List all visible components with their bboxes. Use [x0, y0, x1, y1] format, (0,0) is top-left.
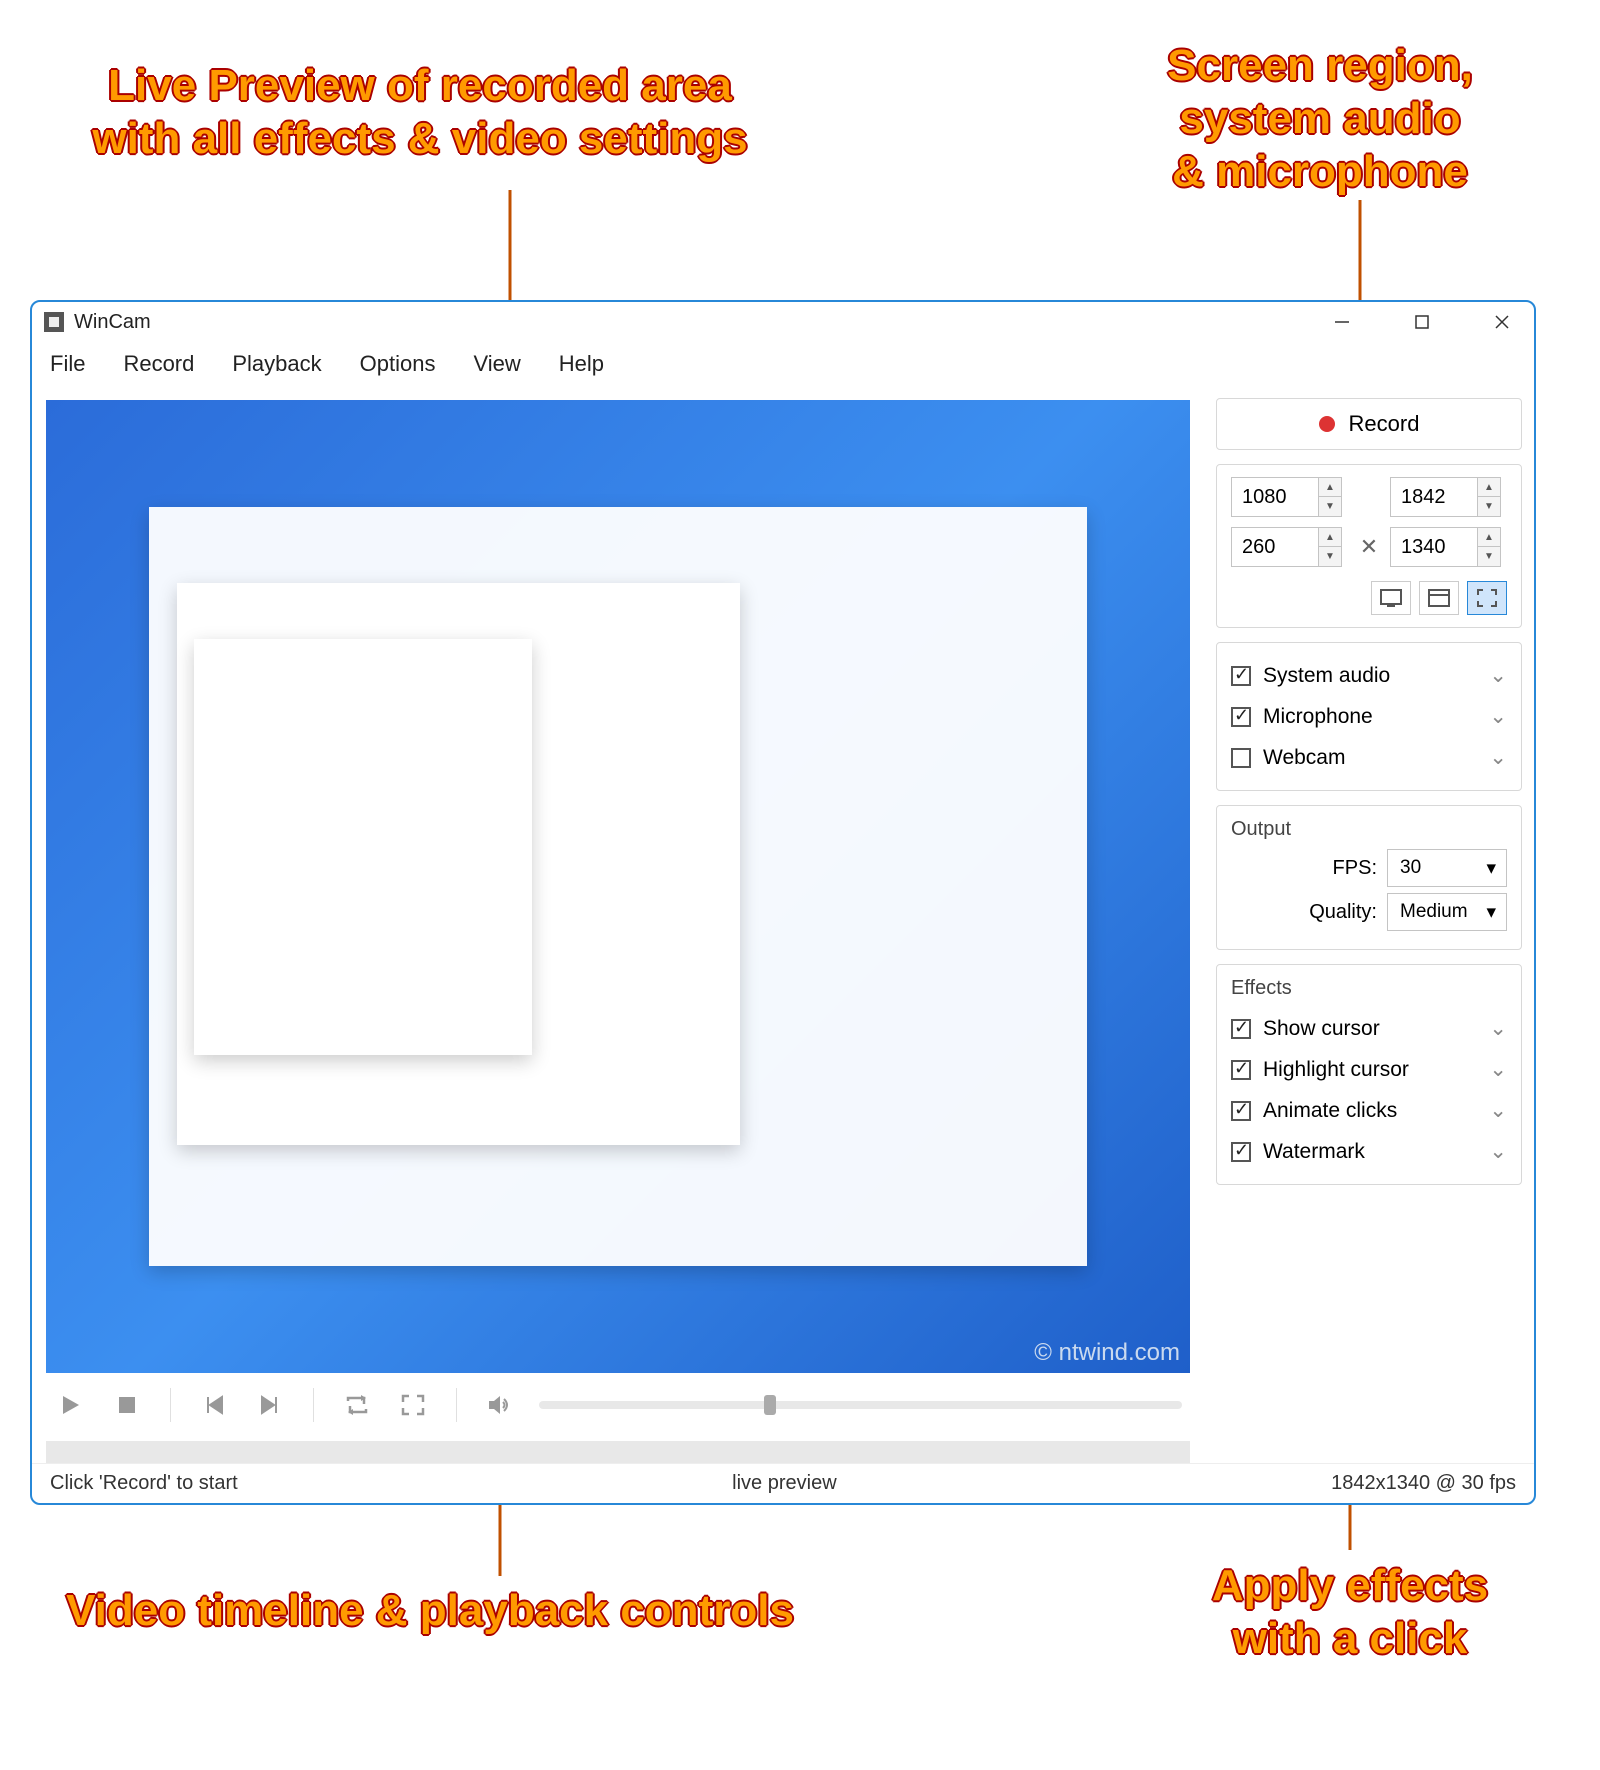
chevron-down-icon[interactable]: ⌄: [1489, 745, 1507, 770]
effect-watermark[interactable]: Watermark⌄: [1231, 1131, 1507, 1172]
effects-title: Effects: [1231, 977, 1507, 1000]
chevron-down-icon[interactable]: ⌄: [1489, 663, 1507, 688]
up-icon[interactable]: ▲: [1478, 478, 1500, 497]
chevron-down-icon[interactable]: ⌄: [1489, 704, 1507, 729]
effect-show-cursor[interactable]: Show cursor⌄: [1231, 1008, 1507, 1049]
y2-input[interactable]: ▲▼: [1390, 527, 1507, 567]
quality-select[interactable]: Medium▾: [1387, 893, 1507, 931]
status-left: Click 'Record' to start: [50, 1472, 238, 1495]
up-icon[interactable]: ▲: [1478, 528, 1500, 547]
output-section: Output FPS: 30▾ Quality: Medium▾: [1216, 805, 1522, 950]
side-panel: Record ▲▼ ▲▼ ▲▼ ✕ ▲▼ Sy: [1204, 386, 1534, 1463]
audio-section: System audio⌄ Microphone⌄ Webcam⌄: [1216, 642, 1522, 791]
record-dot-icon: [1319, 416, 1335, 432]
volume-button[interactable]: [483, 1388, 517, 1422]
menubar: File Record Playback Options View Help: [32, 342, 1534, 386]
mode-window[interactable]: [1419, 581, 1459, 615]
watermark-text: © ntwind.com: [1034, 1339, 1180, 1367]
menu-options[interactable]: Options: [360, 351, 436, 377]
window-title: WinCam: [74, 311, 151, 334]
fps-select[interactable]: 30▾: [1387, 849, 1507, 887]
nested-preview: [194, 639, 532, 1055]
record-button[interactable]: Record: [1231, 411, 1507, 437]
output-title: Output: [1231, 818, 1507, 841]
play-button[interactable]: [54, 1388, 88, 1422]
quality-label: Quality:: [1309, 901, 1377, 924]
next-frame-button[interactable]: [253, 1388, 287, 1422]
seek-bar[interactable]: [46, 1441, 1190, 1463]
menu-help[interactable]: Help: [559, 351, 604, 377]
loop-button[interactable]: [340, 1388, 374, 1422]
chevron-down-icon[interactable]: ⌄: [1489, 1016, 1507, 1041]
chevron-down-icon: ▾: [1486, 901, 1496, 924]
menu-file[interactable]: File: [50, 351, 85, 377]
app-icon: [44, 312, 64, 332]
record-section: Record: [1216, 398, 1522, 450]
app-window: WinCam File Record Playback Options View…: [30, 300, 1536, 1505]
webcam-checkbox[interactable]: Webcam⌄: [1231, 737, 1507, 778]
live-preview: © ntwind.com: [46, 400, 1190, 1373]
chevron-down-icon[interactable]: ⌄: [1489, 1057, 1507, 1082]
nested-preview: [149, 507, 1087, 1266]
nested-preview: [177, 583, 740, 1145]
times-icon: ✕: [1354, 534, 1384, 560]
chevron-down-icon[interactable]: ⌄: [1489, 1098, 1507, 1123]
mode-fullscreen[interactable]: [1371, 581, 1411, 615]
callout-timeline: Video timeline & playback controls: [30, 1585, 830, 1638]
effects-section: Effects Show cursor⌄ Highlight cursor⌄ A…: [1216, 964, 1522, 1185]
menu-playback[interactable]: Playback: [232, 351, 321, 377]
mode-region[interactable]: [1467, 581, 1507, 615]
x1-input[interactable]: ▲▼: [1231, 477, 1348, 517]
maximize-button[interactable]: [1402, 307, 1442, 337]
x2-input[interactable]: ▲▼: [1390, 477, 1507, 517]
titlebar: WinCam: [32, 302, 1534, 342]
up-icon[interactable]: ▲: [1319, 478, 1341, 497]
close-button[interactable]: [1482, 307, 1522, 337]
microphone-checkbox[interactable]: Microphone⌄: [1231, 696, 1507, 737]
fps-label: FPS:: [1333, 857, 1377, 880]
status-right: 1842x1340 @ 30 fps: [1331, 1472, 1516, 1495]
menu-view[interactable]: View: [473, 351, 520, 377]
region-section: ▲▼ ▲▼ ▲▼ ✕ ▲▼: [1216, 464, 1522, 628]
callout-effects: Apply effectswith a click: [1130, 1560, 1570, 1666]
y1-input[interactable]: ▲▼: [1231, 527, 1348, 567]
chevron-down-icon[interactable]: ⌄: [1489, 1139, 1507, 1164]
effect-animate-clicks[interactable]: Animate clicks⌄: [1231, 1090, 1507, 1131]
fullscreen-button[interactable]: [396, 1388, 430, 1422]
minimize-button[interactable]: [1322, 307, 1362, 337]
prev-frame-button[interactable]: [197, 1388, 231, 1422]
system-audio-checkbox[interactable]: System audio⌄: [1231, 655, 1507, 696]
chevron-down-icon: ▾: [1486, 857, 1496, 880]
effect-highlight-cursor[interactable]: Highlight cursor⌄: [1231, 1049, 1507, 1090]
down-icon[interactable]: ▼: [1319, 497, 1341, 516]
statusbar: Click 'Record' to start live preview 184…: [32, 1463, 1534, 1503]
down-icon[interactable]: ▼: [1319, 547, 1341, 566]
down-icon[interactable]: ▼: [1478, 497, 1500, 516]
status-mid: live preview: [732, 1472, 836, 1495]
down-icon[interactable]: ▼: [1478, 547, 1500, 566]
up-icon[interactable]: ▲: [1319, 528, 1341, 547]
playback-controls: [46, 1373, 1190, 1437]
callout-region: Screen region,system audio& microphone: [1080, 40, 1560, 198]
menu-record[interactable]: Record: [123, 351, 194, 377]
callout-preview: Live Preview of recorded areawith all ef…: [30, 60, 810, 166]
stop-button[interactable]: [110, 1388, 144, 1422]
volume-slider[interactable]: [539, 1401, 1182, 1409]
